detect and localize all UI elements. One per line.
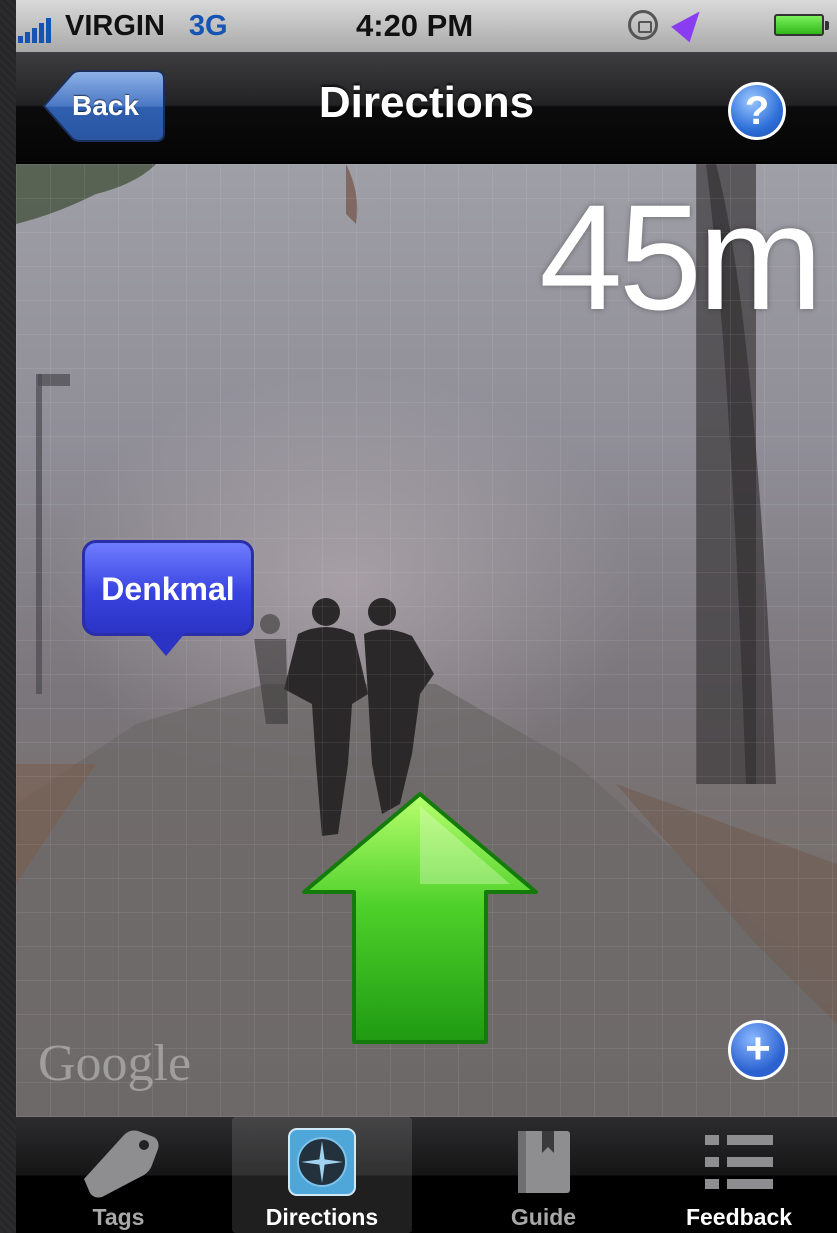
tab-tags[interactable]: Tags [16,1117,221,1233]
tab-guide-label: Guide [510,1204,577,1230]
location-arrow-icon [671,3,709,43]
tab-directions[interactable]: Directions [232,1117,412,1233]
tab-bar: Tags Directions Guide Feedback [16,1117,837,1233]
compass-icon [287,1127,357,1204]
page-title: Directions [318,78,535,127]
help-button[interactable]: ? [728,82,786,140]
plus-icon: + [745,1024,771,1073]
signal-icon [18,17,51,43]
carrier-group: VIRGIN 3G [18,10,228,43]
network-type: 3G [188,10,228,42]
tab-guide[interactable]: Guide [446,1117,641,1233]
book-icon [514,1127,574,1204]
distance-readout: 45m [539,173,823,341]
list-icon [701,1127,777,1204]
phone-screen: VIRGIN 3G 4:20 PM Back Directions ? 45m … [16,0,837,1233]
status-time: 4:20 PM [356,8,474,43]
tab-feedback[interactable]: Feedback [641,1117,837,1233]
status-bar: VIRGIN 3G 4:20 PM [16,0,837,52]
tab-tags-label: Tags [92,1204,145,1230]
tag-icon [74,1127,164,1204]
poi-label: Denkmal [82,540,254,636]
poi-marker-pointer [146,632,186,656]
direction-arrow-icon [300,792,540,1052]
poi-marker[interactable]: Denkmal [82,540,254,656]
battery-icon [774,14,829,36]
navigation-bar: Back Directions ? [16,52,837,164]
google-watermark: Google [38,1035,192,1092]
tab-feedback-label: Feedback [685,1204,793,1230]
carrier-name: VIRGIN [65,10,165,42]
rotation-lock-icon [628,10,658,40]
ar-camera-view[interactable]: 45m Denkmal Google + [16,164,837,1117]
add-button[interactable]: + [728,1020,788,1080]
question-mark-icon: ? [744,89,770,133]
tab-directions-label: Directions [265,1204,379,1230]
